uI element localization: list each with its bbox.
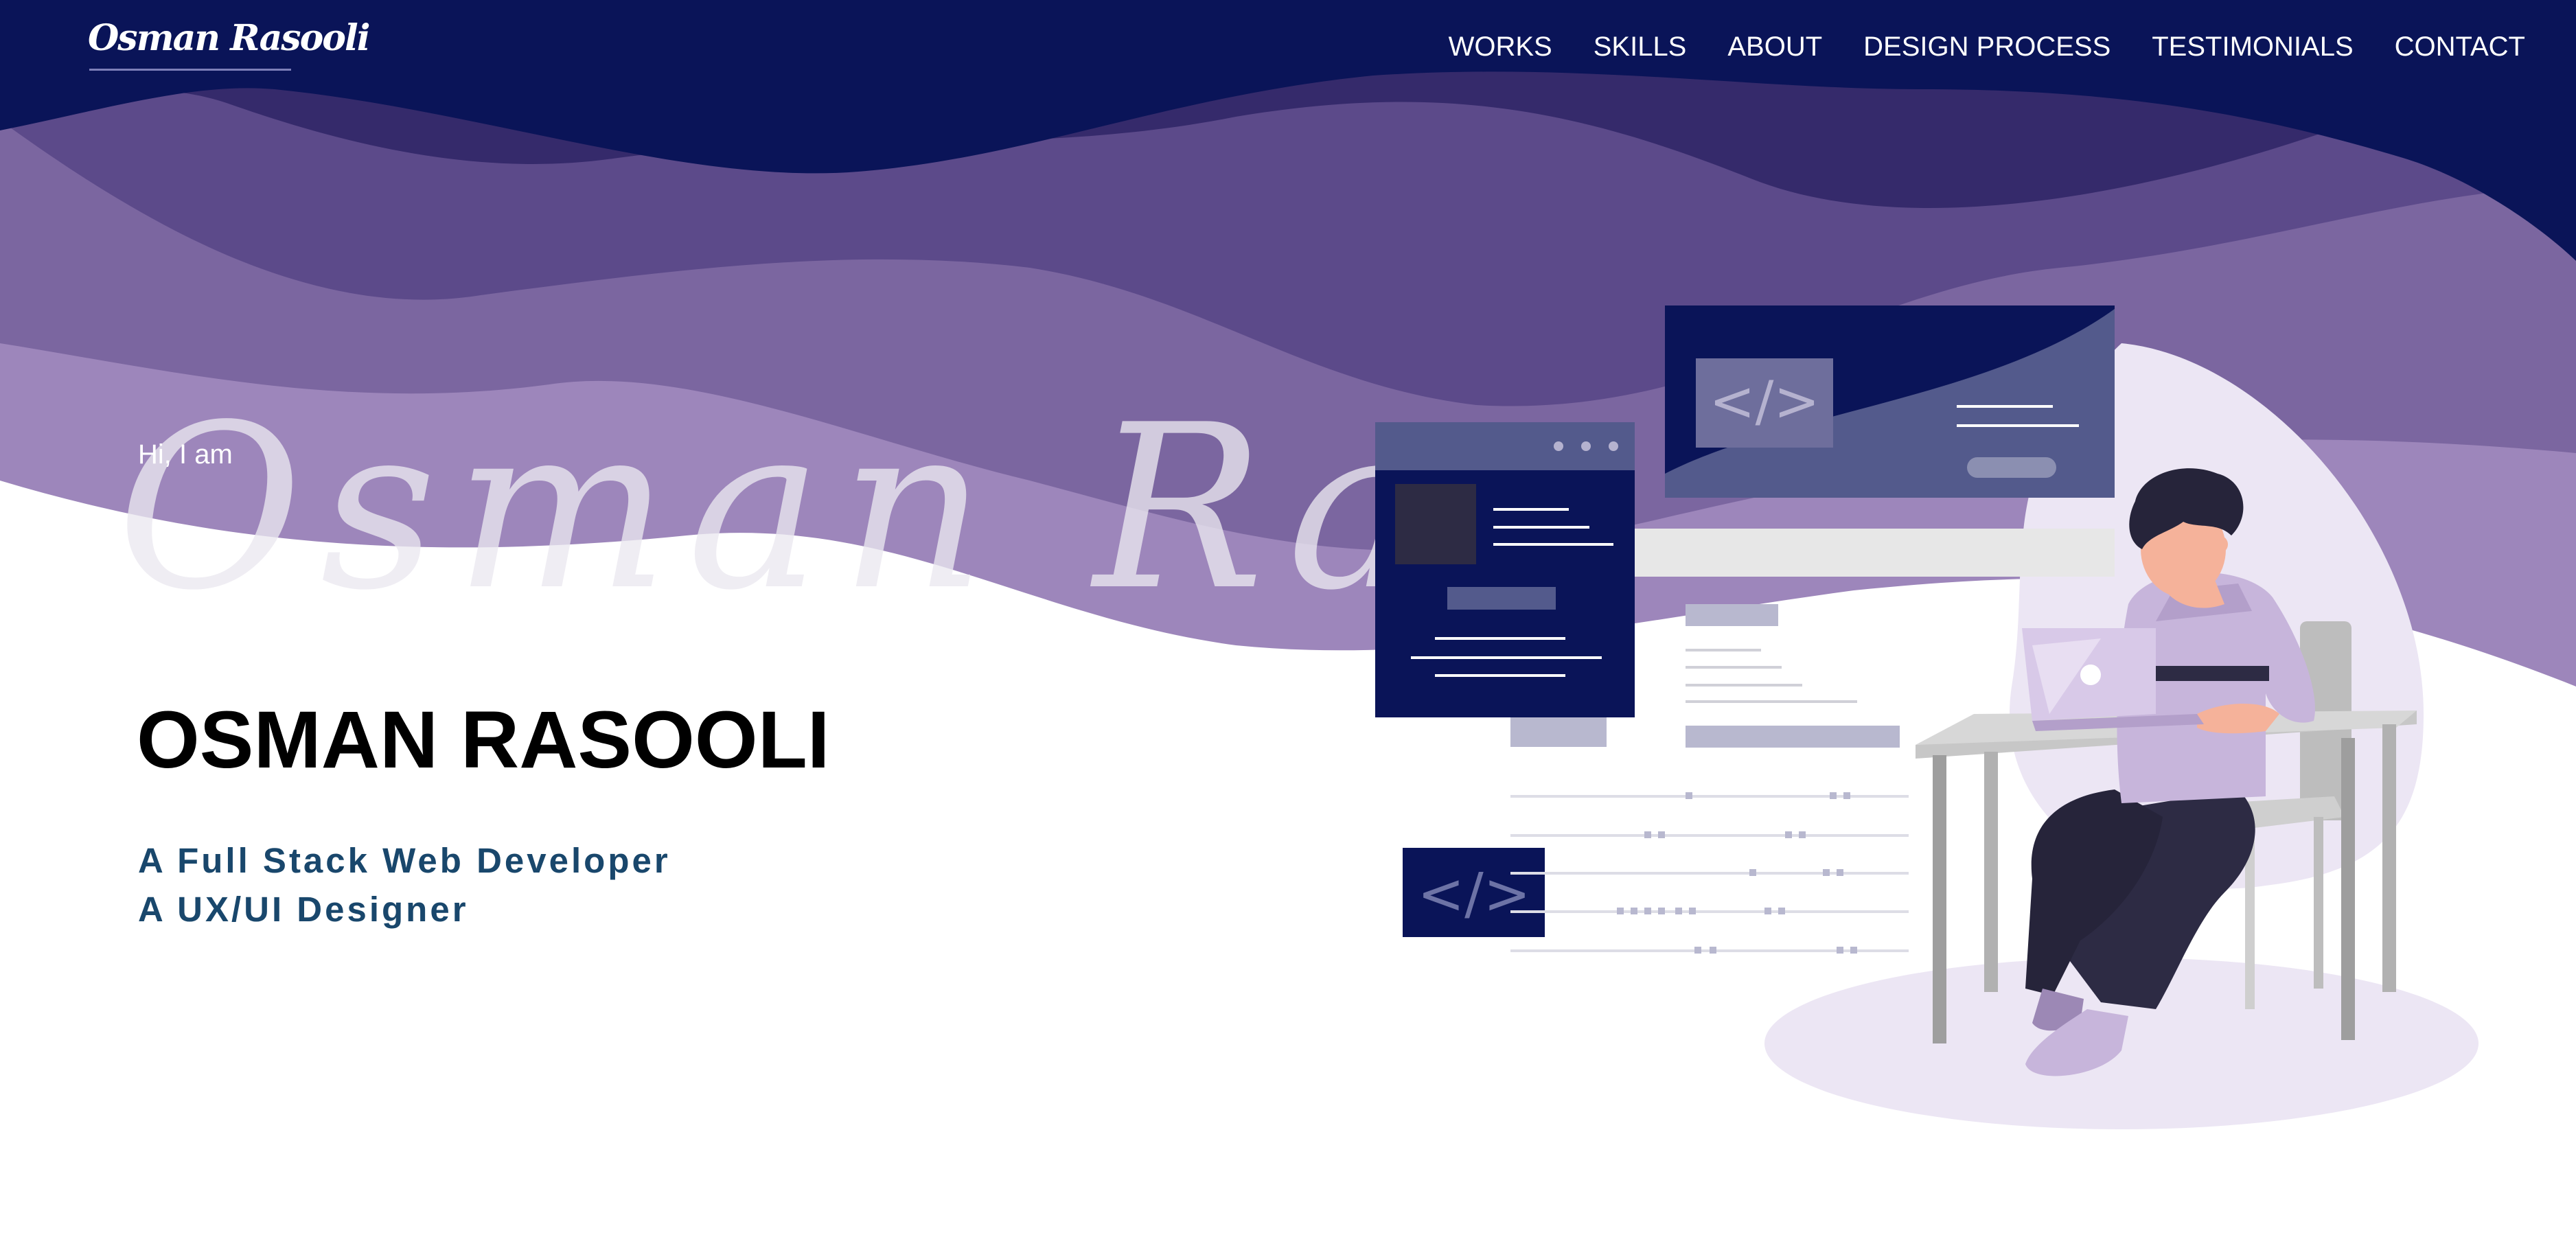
nav-link-works[interactable]: WORKS (1449, 32, 1552, 62)
nav-link-testimonials[interactable]: TESTIMONIALS (2152, 32, 2353, 62)
code-icon-glyph-top: </> (1709, 369, 1819, 433)
nav-link-design-process[interactable]: DESIGN PROCESS (1863, 32, 2111, 62)
hero-name: OSMAN RASOOLI (137, 695, 830, 785)
logo-underline (89, 69, 291, 71)
nav-link-about[interactable]: ABOUT (1727, 32, 1822, 62)
role-fullstack: A Full Stack Web Developer (138, 841, 671, 880)
main-nav: WORKS SKILLS ABOUT DESIGN PROCESS TESTIM… (1407, 27, 2525, 66)
code-icon-glyph-small: </> (1417, 862, 1530, 927)
nav-link-skills[interactable]: SKILLS (1594, 32, 1687, 62)
role-designer: A UX/UI Designer (138, 890, 469, 929)
name-watermark: Osman Ras (117, 384, 1394, 632)
site-logo[interactable]: Osman Rasooli (88, 17, 370, 72)
code-lines (1510, 795, 1909, 952)
nav-link-contact[interactable]: CONTACT (2395, 32, 2525, 62)
developer-illustration: </> </> (1375, 305, 2479, 1129)
page-mock (1634, 529, 2115, 577)
hero-roles: A Full Stack Web Developer A UX/UI Desig… (138, 836, 671, 934)
logo-text: Osman Rasooli (88, 17, 370, 59)
hero-greeting: Hi, I am (138, 439, 233, 470)
